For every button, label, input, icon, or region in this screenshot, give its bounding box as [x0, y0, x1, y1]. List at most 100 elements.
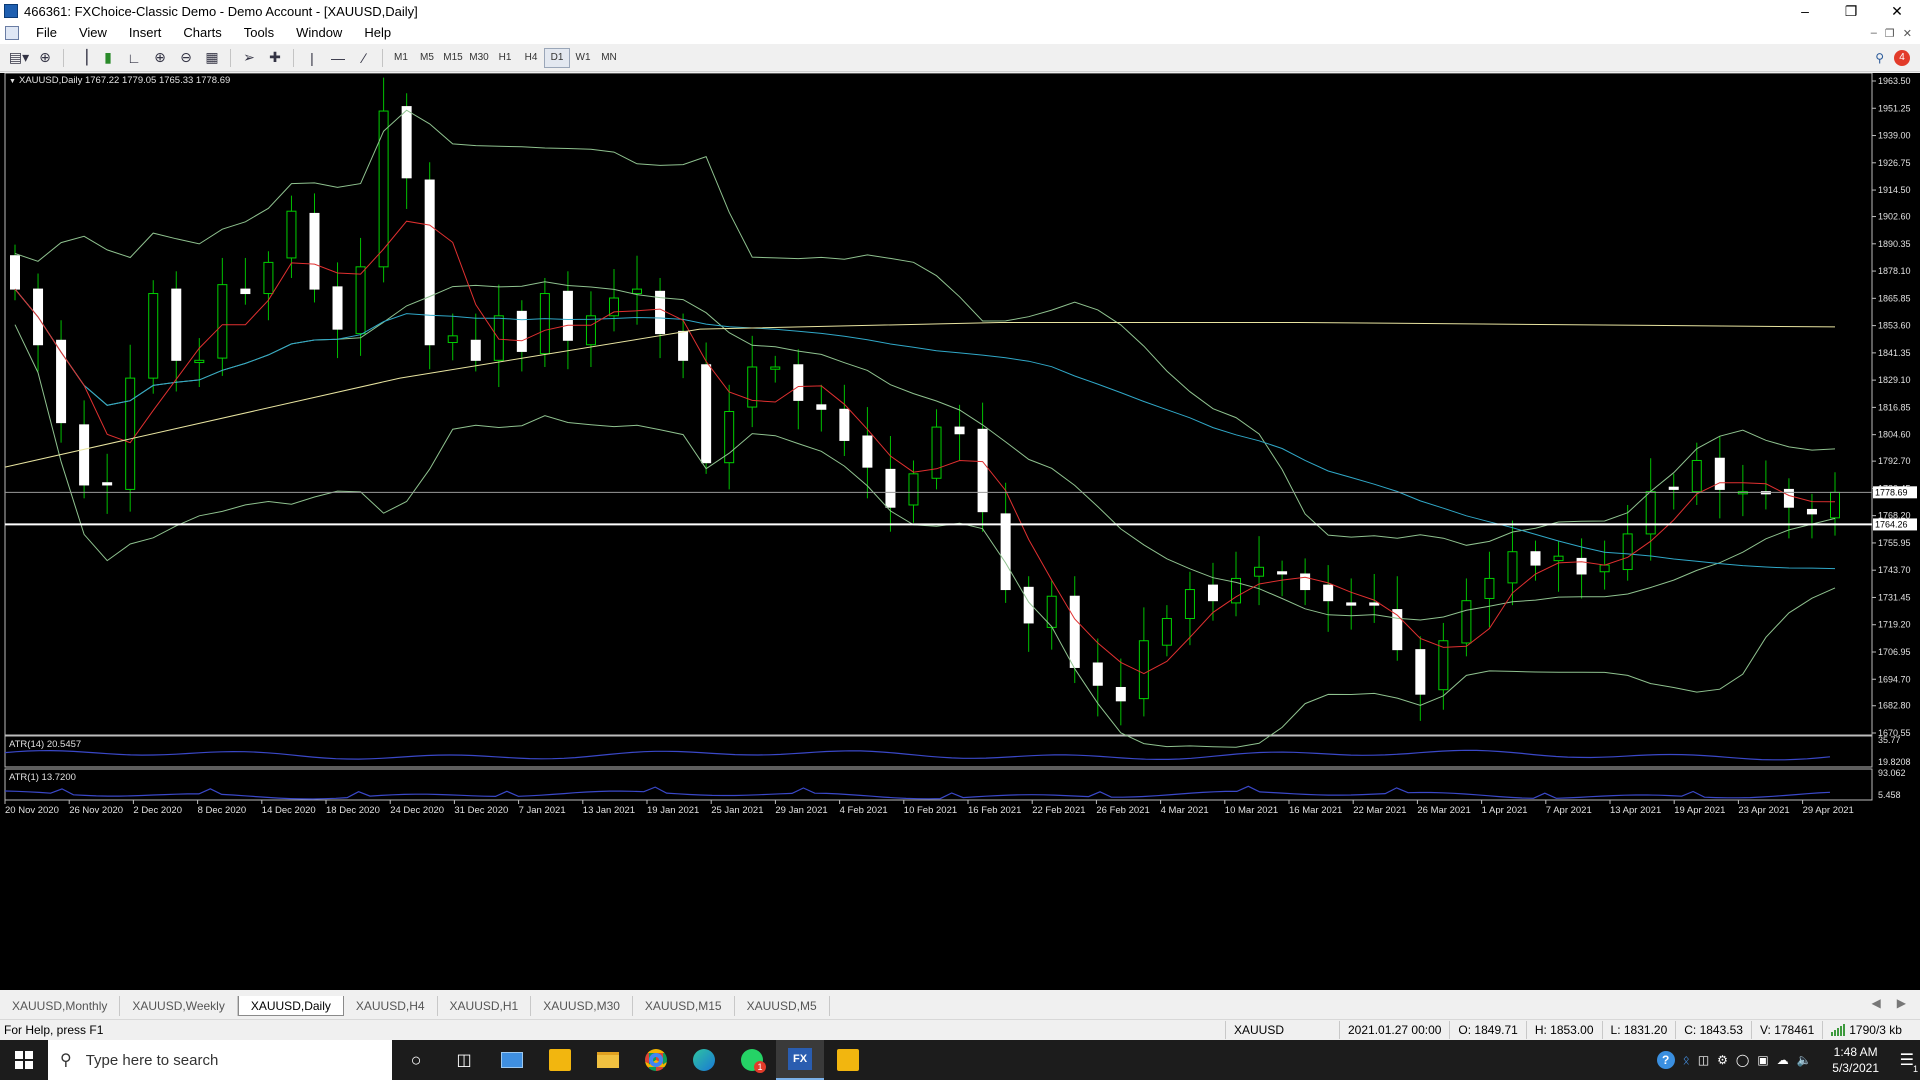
- menu-insert[interactable]: Insert: [118, 22, 173, 44]
- chart-canvas[interactable]: 1963.50 1951.25 1939.00 1926.75 1914.50 1902.…: [0, 73, 1920, 990]
- app-yellow-2-button[interactable]: [824, 1040, 872, 1080]
- menu-window[interactable]: Window: [285, 22, 353, 44]
- candle: [1138, 640, 1149, 700]
- atr14-line: [4, 749, 1831, 761]
- whatsapp-button[interactable]: 1: [728, 1040, 776, 1080]
- chart-window-icon[interactable]: [5, 26, 19, 40]
- multitasking-button[interactable]: ◫: [440, 1040, 488, 1080]
- mdi-close-icon[interactable]: ✕: [1903, 27, 1912, 40]
- network-icon[interactable]: ▣: [1757, 1053, 1768, 1067]
- menu-charts[interactable]: Charts: [172, 22, 232, 44]
- horizontal-line-button[interactable]: —: [325, 47, 351, 69]
- tab-prev-icon[interactable]: ◀: [1872, 996, 1881, 1016]
- mdi-restore-icon[interactable]: ❐: [1885, 27, 1895, 40]
- minimize-icon: –: [1801, 3, 1809, 19]
- cursor-button[interactable]: ➢: [236, 47, 262, 69]
- candle: [862, 435, 873, 468]
- app-yellow-button[interactable]: [536, 1040, 584, 1080]
- menu-help[interactable]: Help: [353, 22, 402, 44]
- candle: [678, 330, 689, 361]
- tab-daily[interactable]: XAUUSD,Daily: [237, 996, 344, 1016]
- help-icon[interactable]: ?: [1656, 1051, 1675, 1069]
- status-open: O: 1849.71: [1449, 1020, 1525, 1039]
- timeframe-m1[interactable]: M1: [388, 48, 414, 68]
- file-explorer-button[interactable]: [584, 1040, 632, 1080]
- date-tick-label: 23 Apr 2021: [1738, 805, 1789, 816]
- tab-monthly[interactable]: XAUUSD,Monthly: [0, 996, 121, 1016]
- remote-desktop-button[interactable]: [488, 1040, 536, 1080]
- search-icon: ⚲: [60, 1052, 72, 1069]
- timeframe-d1[interactable]: D1: [544, 47, 570, 68]
- notification-badge[interactable]: 4: [1894, 49, 1910, 66]
- notifications-icon[interactable]: ☰ 1: [1900, 1050, 1918, 1074]
- crosshair-icon: ✚: [269, 49, 281, 65]
- trendline-button[interactable]: ∕: [351, 47, 377, 69]
- date-tick-label: 4 Mar 2021: [1161, 805, 1209, 816]
- chrome-button[interactable]: [632, 1040, 680, 1080]
- bar-chart-button[interactable]: ▕: [69, 47, 95, 69]
- mdi-minimize-icon[interactable]: –: [1871, 27, 1877, 40]
- zoom-in-button[interactable]: ⊕: [147, 47, 173, 69]
- timeframe-h1[interactable]: H1: [492, 48, 518, 68]
- edge-button[interactable]: [680, 1040, 728, 1080]
- settings-icon[interactable]: ⚙: [1717, 1053, 1728, 1067]
- profiles-button[interactable]: ⊕: [32, 47, 58, 69]
- tab-navigation: ◀ ▶: [1872, 996, 1920, 1016]
- price-tick-label: 1951.25: [1878, 103, 1911, 113]
- candle: [401, 106, 412, 179]
- candle: [148, 293, 159, 379]
- task-view-button[interactable]: ○: [392, 1040, 440, 1080]
- toolbar-right: ⚲ 4: [1875, 49, 1920, 66]
- restore-button[interactable]: ❐: [1828, 0, 1874, 22]
- status-close: C: 1843.53: [1675, 1020, 1751, 1039]
- candle: [908, 473, 919, 506]
- tab-h1[interactable]: XAUUSD,H1: [438, 996, 532, 1016]
- tile-windows-button[interactable]: ▦: [199, 47, 225, 69]
- candle: [793, 364, 804, 401]
- timeframe-m15[interactable]: M15: [440, 48, 466, 68]
- chart-window[interactable]: 1963.50 1951.25 1939.00 1926.75 1914.50 1902.…: [0, 73, 1920, 990]
- line-chart-button[interactable]: ∟: [121, 47, 147, 69]
- security-icon[interactable]: ◫: [1698, 1053, 1709, 1067]
- zoom-out-button[interactable]: ⊖: [173, 47, 199, 69]
- tab-weekly[interactable]: XAUUSD,Weekly: [120, 996, 238, 1016]
- timeframe-m30[interactable]: M30: [466, 48, 492, 68]
- timeframe-m5[interactable]: M5: [414, 48, 440, 68]
- minimize-button[interactable]: –: [1782, 0, 1828, 22]
- crosshair-button[interactable]: ✚: [262, 47, 288, 69]
- vertical-line-button[interactable]: |: [299, 47, 325, 69]
- onedrive-icon[interactable]: ☁: [1777, 1053, 1789, 1067]
- bluetooth-icon[interactable]: ᛟ: [1683, 1053, 1690, 1067]
- taskbar-search[interactable]: ⚲ Type here to search: [48, 1040, 392, 1080]
- connection-status[interactable]: 1790/3 kb: [1822, 1020, 1910, 1039]
- candlestick-button[interactable]: ▮: [95, 47, 121, 69]
- app-yellow-2-icon: [837, 1049, 859, 1071]
- date-tick-label: 25 Jan 2021: [711, 805, 763, 816]
- tab-m5[interactable]: XAUUSD,M5: [735, 996, 830, 1016]
- timeframe-h4[interactable]: H4: [518, 48, 544, 68]
- menu-tools[interactable]: Tools: [233, 22, 285, 44]
- vpn-icon[interactable]: ◯: [1736, 1053, 1749, 1067]
- close-button[interactable]: ✕: [1874, 0, 1920, 22]
- date-tick-label: 4 Feb 2021: [840, 805, 888, 816]
- date-tick-label: 19 Apr 2021: [1674, 805, 1725, 816]
- candle: [1645, 491, 1656, 535]
- tab-h4[interactable]: XAUUSD,H4: [344, 996, 438, 1016]
- tab-next-icon[interactable]: ▶: [1897, 996, 1906, 1016]
- tab-m30[interactable]: XAUUSD,M30: [531, 996, 633, 1016]
- fxchoice-button[interactable]: FX: [776, 1040, 824, 1080]
- menu-view[interactable]: View: [68, 22, 118, 44]
- menu-file[interactable]: File: [25, 22, 68, 44]
- timeframe-mn[interactable]: MN: [596, 48, 622, 68]
- price-tick-label: 1829.10: [1878, 375, 1911, 385]
- new-chart-button[interactable]: ▤▾: [6, 47, 32, 69]
- clock[interactable]: 1:48 AM 5/3/2021: [1820, 1044, 1892, 1076]
- atr14-tick-label: 19.8208: [1878, 757, 1911, 767]
- timeframe-w1[interactable]: W1: [570, 48, 596, 68]
- volume-icon[interactable]: 🔈: [1797, 1053, 1812, 1067]
- fast-moving-average-line: [14, 220, 1836, 675]
- tab-m15[interactable]: XAUUSD,M15: [633, 996, 735, 1016]
- start-button[interactable]: [0, 1040, 48, 1080]
- search-icon[interactable]: ⚲: [1875, 51, 1884, 65]
- status-bar: For Help, press F1 XAUUSD 2021.01.27 00:…: [0, 1019, 1920, 1039]
